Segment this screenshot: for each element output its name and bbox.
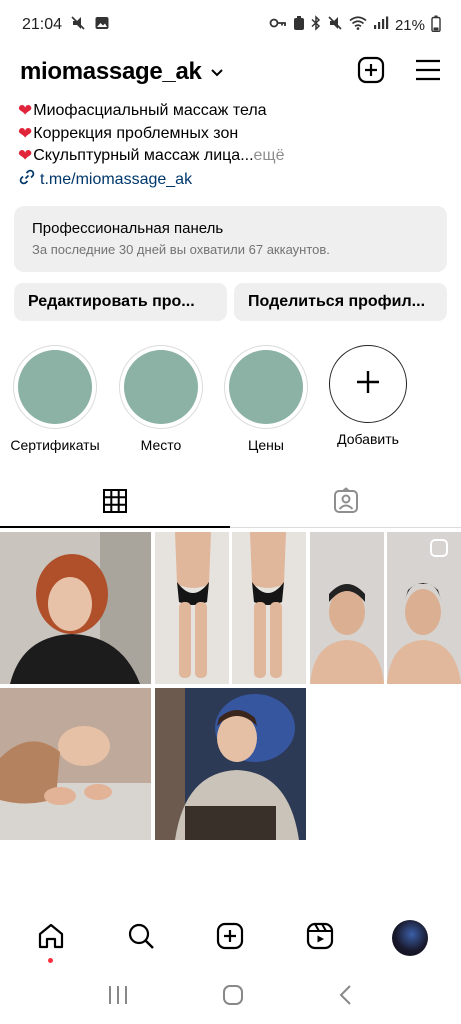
highlight-prices[interactable]: Цены: [221, 345, 311, 453]
bio-link[interactable]: t.me/miomassage_ak: [18, 168, 438, 194]
profile-tabs: [0, 478, 461, 528]
post-thumbnail[interactable]: [0, 532, 151, 684]
highlight-label: Сертификаты: [10, 437, 100, 453]
post-image: [0, 688, 151, 840]
home-button-icon[interactable]: [222, 984, 244, 1011]
reels-icon: [306, 922, 334, 955]
bio-more-link[interactable]: ещё: [254, 145, 285, 168]
highlight-add[interactable]: Добавить: [323, 345, 413, 447]
gallery-icon: [94, 15, 110, 36]
signal-icon: [373, 16, 389, 34]
battery-percent: 21%: [394, 16, 425, 34]
profile-avatar: [392, 920, 429, 956]
add-highlight-button[interactable]: [329, 345, 407, 423]
key-icon: [269, 16, 287, 34]
post-thumbnail[interactable]: [155, 688, 306, 840]
nav-search[interactable]: [116, 913, 166, 963]
lock-battery-icon: [293, 15, 305, 35]
status-time: 21:04: [22, 16, 63, 33]
notification-dot: [47, 958, 53, 963]
plus-square-icon[interactable]: [357, 56, 385, 89]
story-highlights: Сертификаты Место Цены Добавить: [0, 345, 461, 455]
back-icon[interactable]: [338, 984, 354, 1011]
profile-bio: ❤ Миофасциальный массаж тела ❤ Коррекция п…: [18, 100, 438, 193]
post-image: [310, 532, 461, 684]
mute-vibrate-icon: [327, 15, 343, 35]
create-icon: [216, 922, 244, 955]
username[interactable]: miomassage_ak: [20, 58, 202, 86]
dashboard-subtitle: За последние 30 дней вы охватили 67 акка…: [32, 242, 330, 257]
nav-reels[interactable]: [295, 913, 345, 963]
dashboard-title: Профессиональная панель: [32, 220, 224, 237]
bio-link-text[interactable]: t.me/miomassage_ak: [40, 169, 192, 192]
status-left: 21:04: [22, 15, 110, 36]
hamburger-icon[interactable]: [415, 58, 441, 87]
highlight-cover: [224, 345, 308, 429]
highlight-place[interactable]: Место: [116, 345, 206, 453]
nav-home[interactable]: [26, 913, 76, 963]
post-thumbnail[interactable]: [310, 532, 461, 684]
edit-profile-button[interactable]: Редактировать про...: [14, 283, 227, 321]
battery-icon: [431, 15, 441, 36]
bluetooth-icon: [311, 15, 321, 35]
heart-icon: ❤: [18, 101, 33, 120]
wifi-icon: [349, 16, 367, 34]
post-image: [155, 688, 306, 840]
profile-header: miomassage_ak: [0, 52, 461, 92]
recent-apps-icon[interactable]: [107, 985, 129, 1010]
post-image: [155, 532, 306, 684]
nav-create[interactable]: [205, 913, 255, 963]
status-bar: 21:04 21%: [0, 0, 461, 50]
tab-posts-grid[interactable]: [0, 478, 230, 528]
post-thumbnail[interactable]: [0, 688, 151, 840]
highlight-label: Цены: [248, 437, 284, 453]
share-profile-button[interactable]: Поделиться профил...: [234, 283, 447, 321]
home-icon: [37, 922, 65, 955]
bio-line: ❤ Миофасциальный массаж тела: [18, 100, 438, 123]
bottom-navigation: [0, 910, 461, 966]
header-actions: [357, 56, 441, 89]
nav-profile[interactable]: [385, 913, 435, 963]
highlight-label: Место: [140, 437, 182, 453]
tagged-person-icon: [332, 486, 360, 520]
plus-icon: [355, 369, 381, 400]
professional-dashboard[interactable]: Профессиональная панель За последние 30 …: [14, 206, 447, 272]
search-icon: [127, 922, 155, 955]
bio-line: ❤ Скульптурный массаж лица... ещё: [18, 145, 438, 168]
system-navigation-bar: [0, 970, 461, 1024]
mute-icon: [70, 15, 86, 36]
post-thumbnail[interactable]: [155, 532, 306, 684]
status-right: 21%: [269, 15, 441, 36]
bio-line: ❤ Коррекция проблемных зон: [18, 123, 438, 146]
grid-icon: [102, 488, 128, 519]
post-image: [0, 532, 151, 684]
link-icon: [18, 168, 36, 194]
heart-icon: ❤: [18, 123, 33, 143]
highlight-certificates[interactable]: Сертификаты: [10, 345, 100, 453]
highlight-cover: [119, 345, 203, 429]
highlight-cover: [13, 345, 97, 429]
active-tab-indicator: [0, 526, 230, 528]
highlight-label: Добавить: [337, 431, 399, 447]
chevron-down-icon[interactable]: [210, 65, 224, 83]
tab-tagged[interactable]: [231, 478, 461, 528]
heart-icon: ❤: [18, 146, 33, 165]
